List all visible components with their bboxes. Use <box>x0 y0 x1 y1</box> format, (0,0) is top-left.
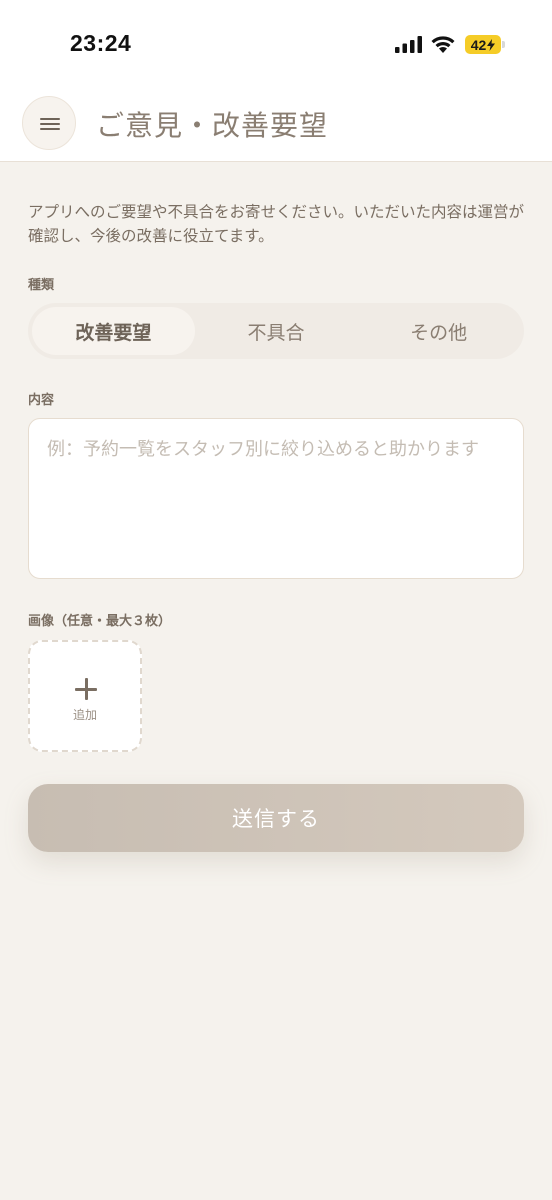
segment-improvement[interactable]: 改善要望 <box>32 307 195 355</box>
status-time: 23:24 <box>70 30 132 56</box>
hamburger-menu-icon <box>40 128 60 130</box>
menu-button[interactable] <box>22 96 76 150</box>
plus-icon <box>75 678 97 700</box>
segment-other[interactable]: その他 <box>357 307 520 355</box>
app-header: ご意見・改善要望 <box>0 80 552 162</box>
hamburger-menu-icon <box>40 123 60 125</box>
intro-text: アプリへのご要望や不具合をお寄せください。いただいた内容は運営が確認し、今後の改… <box>28 203 525 245</box>
segment-bug[interactable]: 不具合 <box>195 307 358 355</box>
wifi-icon <box>431 36 455 53</box>
status-bar: 23:24 42 <box>0 0 552 80</box>
content-textarea[interactable]: 例：予約一覧をスタッフ別に絞り込めると助かります <box>28 418 524 579</box>
content-label: 内容 <box>28 393 55 408</box>
add-image-label: 追加 <box>72 708 97 722</box>
add-image-button[interactable]: 追加 <box>28 640 142 752</box>
battery-level: 42 <box>470 36 487 53</box>
content-placeholder: 例：予約一覧をスタッフ別に絞り込めると助かります <box>47 439 479 460</box>
battery-tip <box>502 41 505 48</box>
signal-icon <box>395 36 422 53</box>
submit-button[interactable]: 送信する <box>28 784 524 852</box>
type-segmented-control: 改善要望 不具合 その他 <box>28 303 524 359</box>
charging-bolt-icon <box>487 38 496 51</box>
page-title: ご意見・改善要望 <box>96 109 329 142</box>
hamburger-menu-icon <box>40 118 60 120</box>
image-label: 画像（任意・最大３枚） <box>28 614 172 629</box>
type-label: 種類 <box>28 278 55 293</box>
battery-charging-icon: 42 <box>465 35 501 54</box>
